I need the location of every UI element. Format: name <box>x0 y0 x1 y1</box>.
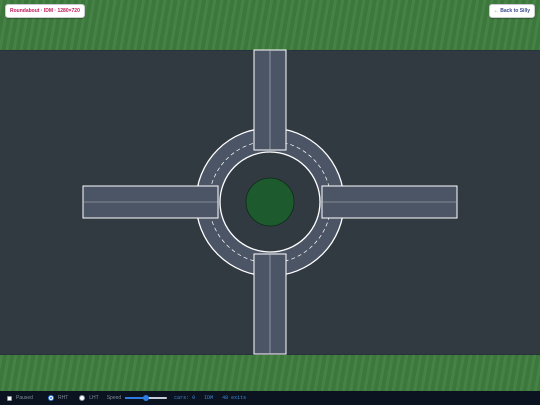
road-east <box>321 185 458 219</box>
back-button[interactable]: ← Back to Silly <box>488 4 535 18</box>
roundabout-scene <box>82 49 458 355</box>
rht-radio[interactable] <box>47 395 54 401</box>
lht-radio[interactable] <box>79 395 86 401</box>
speed-slider[interactable] <box>125 395 168 401</box>
paused-toggle[interactable]: Paused <box>7 395 33 401</box>
title-badge: Roundabout · IDM · 1280×720 <box>5 4 85 18</box>
road-south <box>253 253 287 355</box>
paused-checkbox[interactable] <box>7 395 12 401</box>
drive-side-option-rht[interactable]: RHT <box>47 395 69 401</box>
central-island <box>245 177 295 227</box>
paused-label: Paused <box>16 395 33 401</box>
lht-label: LHT <box>89 395 99 401</box>
drive-side-option-lht[interactable]: LHT <box>79 395 99 401</box>
road-west <box>82 185 219 219</box>
rht-label: RHT <box>57 395 69 401</box>
speed-slider-handle[interactable] <box>143 395 150 401</box>
speed-control: Speed <box>106 395 168 401</box>
road-north <box>253 49 287 151</box>
stats-readout: cars: 0 IDM 48 exits <box>174 395 247 401</box>
speed-label: Speed <box>106 395 122 401</box>
control-bar: Paused RHT LHT Speed cars: 0 IDM 48 exit… <box>0 391 540 405</box>
